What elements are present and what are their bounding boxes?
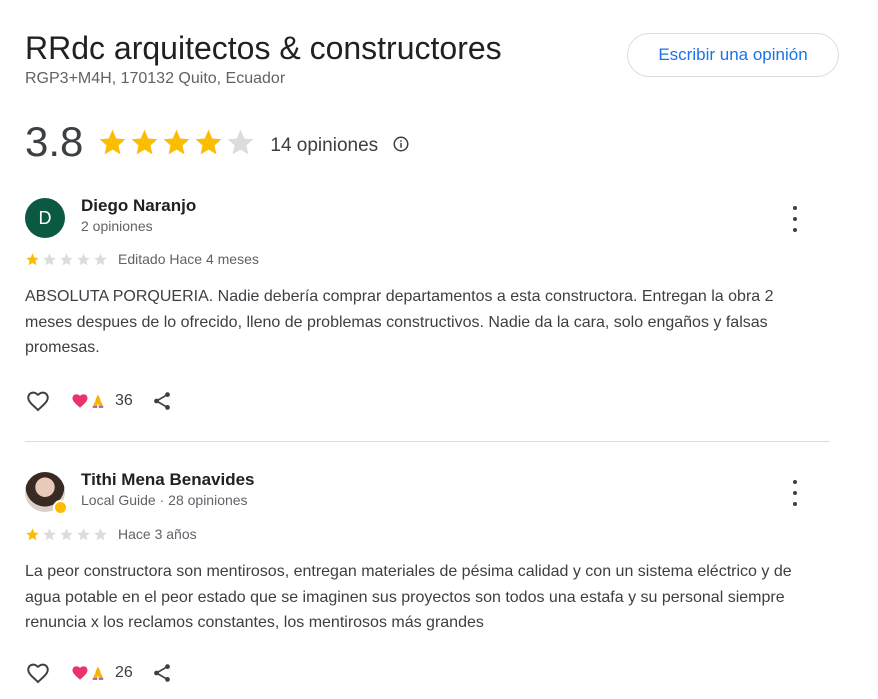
review-date: Editado Hace 4 meses <box>118 251 259 267</box>
star-icon <box>60 527 73 540</box>
star-icon <box>131 129 158 154</box>
review-divider <box>25 441 830 442</box>
review-text: La peor constructora son mentirosos, ent… <box>25 563 792 631</box>
rating-stars <box>97 127 256 158</box>
review-author[interactable]: Tithi Mena Benavides <box>81 470 255 490</box>
reaction-count: 36 <box>115 392 133 409</box>
review-author[interactable]: Diego Naranjo <box>81 196 196 216</box>
review-actions: 26 <box>25 660 173 686</box>
review-author-meta: Local Guide · 28 opiniones <box>81 492 248 508</box>
rating-value: 3.8 <box>25 118 84 165</box>
star-icon <box>99 129 126 154</box>
place-header: RRdc arquitectos & constructores RGP3+M4… <box>25 28 502 88</box>
share-icon[interactable] <box>151 390 173 412</box>
star-icon <box>43 252 56 265</box>
review-rating-row: Editado Hace 4 meses <box>25 251 259 267</box>
star-icon <box>163 129 190 154</box>
local-guide-badge-icon <box>53 500 68 515</box>
avatar[interactable] <box>25 472 68 515</box>
place-address: RGP3+M4H, 170132 Quito, Ecuador <box>25 70 286 87</box>
review-stars <box>25 252 108 267</box>
pray-reaction-icon <box>92 394 104 408</box>
rating-summary: 3.8 14 opiniones <box>25 116 410 168</box>
heart-reaction-icon <box>72 394 88 408</box>
star-icon <box>26 252 39 265</box>
pray-reaction-icon <box>92 666 104 680</box>
info-icon[interactable] <box>392 135 410 153</box>
heart-reaction-icon <box>72 666 88 680</box>
review-rating-row: Hace 3 años <box>25 526 197 542</box>
star-icon <box>26 527 39 540</box>
heart-outline-icon[interactable] <box>25 388 51 414</box>
review-count: 14 opiniones <box>270 135 379 156</box>
star-icon <box>77 252 90 265</box>
star-icon <box>77 527 90 540</box>
write-review-button[interactable]: Escribir una opinión <box>627 33 839 77</box>
review-stars <box>25 527 108 542</box>
review-author-meta: 2 opiniones <box>81 218 153 234</box>
star-icon <box>60 252 73 265</box>
star-icon <box>43 527 56 540</box>
more-vert-icon[interactable] <box>785 206 805 232</box>
reaction-count: 26 <box>115 664 133 681</box>
more-vert-icon[interactable] <box>785 480 805 506</box>
star-icon <box>94 252 107 265</box>
heart-outline-icon[interactable] <box>25 660 51 686</box>
star-icon <box>195 129 222 154</box>
review-actions: 36 <box>25 388 173 414</box>
reactions[interactable]: 36 <box>71 392 133 410</box>
avatar[interactable]: D <box>25 198 65 238</box>
reactions[interactable]: 26 <box>71 664 133 682</box>
review-text: ABSOLUTA PORQUERIA. Nadie debería compra… <box>25 288 774 356</box>
share-icon[interactable] <box>151 662 173 684</box>
star-icon <box>227 129 254 154</box>
place-title: RRdc arquitectos & constructores <box>25 30 502 66</box>
review-date: Hace 3 años <box>118 526 197 542</box>
star-icon <box>94 527 107 540</box>
